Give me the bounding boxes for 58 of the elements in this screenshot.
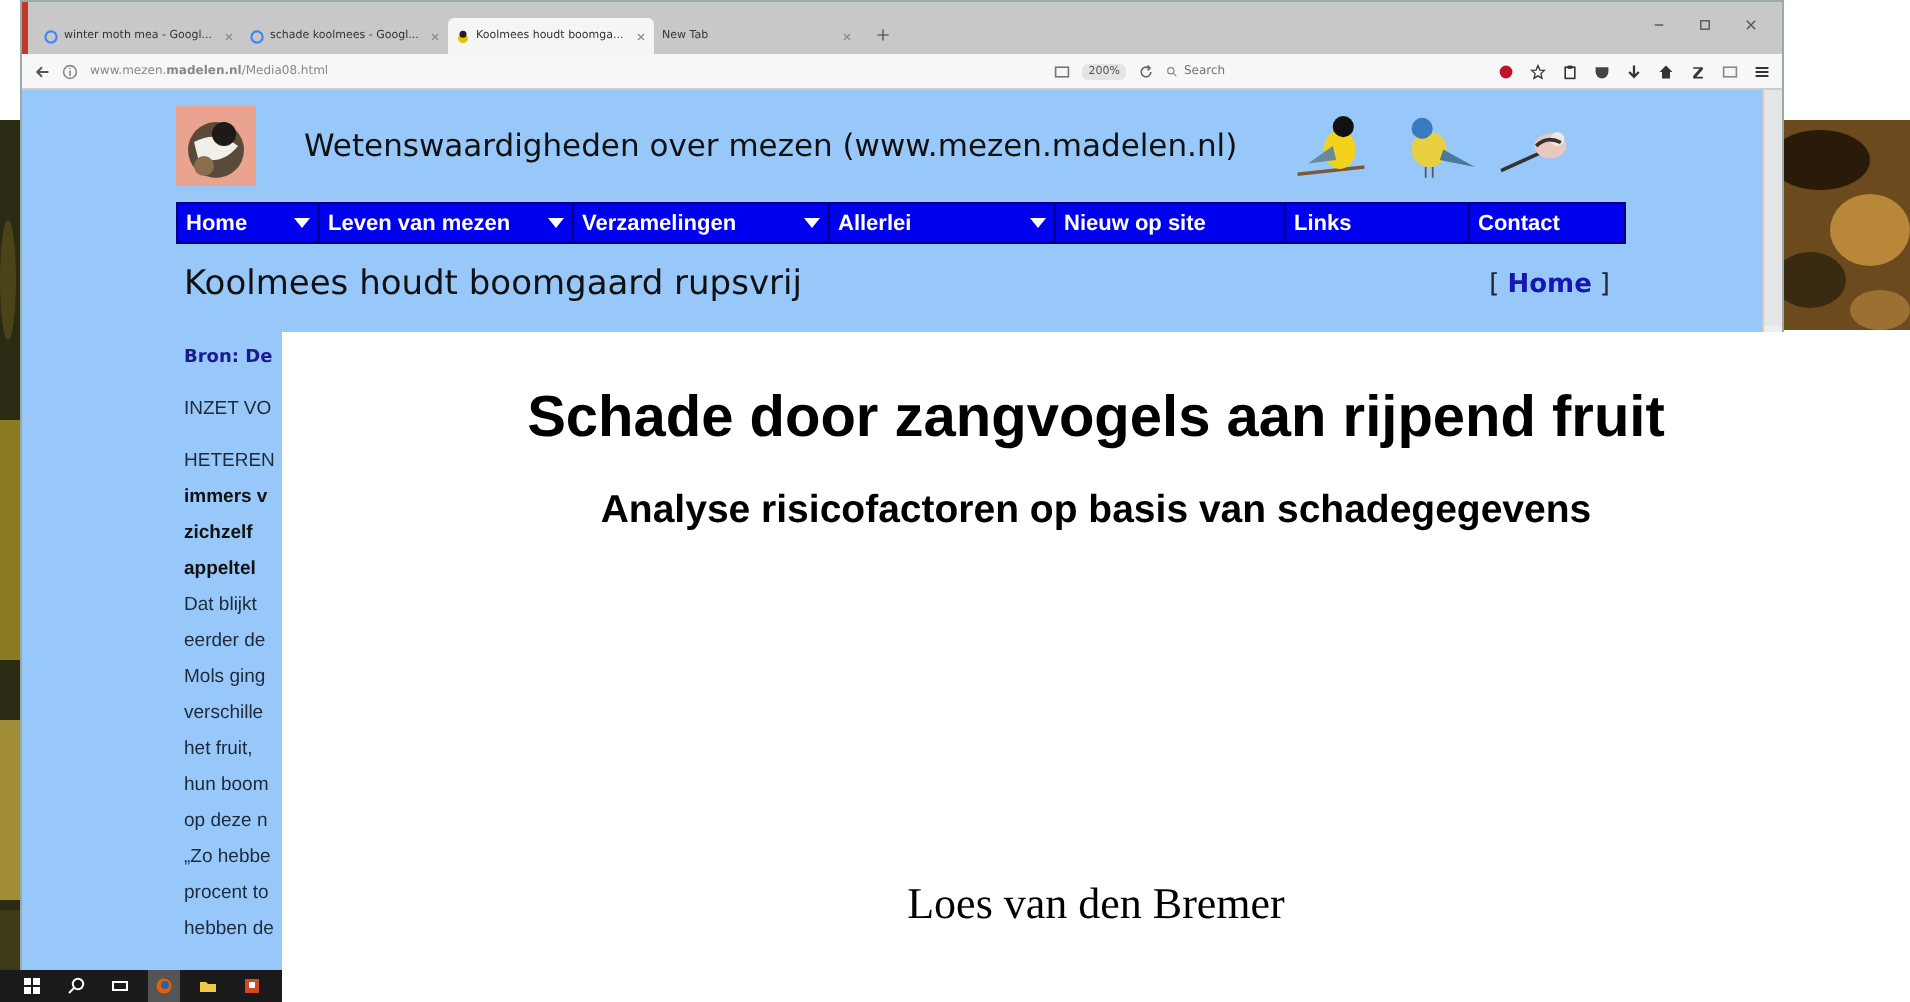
info-icon[interactable] [62,63,78,79]
minimize-icon[interactable] [1652,18,1666,32]
article-text: zichzelf [184,520,253,548]
menu-item[interactable]: Allerlei [830,204,1056,242]
article-text: eerder de [184,628,266,656]
menu-icon[interactable] [1754,63,1770,79]
article-text: hun boom [184,772,269,800]
article-text: appeltel [184,556,256,584]
page-heading: Koolmees houdt boomgaard rupsvrij [184,264,804,304]
document-subtitle: Analyse risicofactoren op basis van schadegegevens [600,488,1592,534]
article-text: het fruit, [184,736,253,764]
home-link[interactable]: Home [1507,269,1592,299]
article-text: INZET VO [184,396,272,424]
new-tab-icon[interactable] [876,28,890,42]
article-text: verschille [184,700,264,728]
bird-icon [456,29,470,43]
caret-icon [294,218,310,228]
scrollbar[interactable] [1764,90,1782,326]
bookmark-star-icon[interactable] [1530,63,1546,79]
google-icon [44,29,58,43]
article-text: HETEREN [184,448,275,476]
bracket-text: ] [1599,269,1610,299]
close-icon[interactable] [636,31,646,41]
article-text: Dat blijkt [184,592,257,620]
document-author: Loes van den Bremer [907,878,1285,930]
extension-icon[interactable] [1690,63,1706,79]
caret-icon [548,218,564,228]
menu-item[interactable]: Nieuw op site [1056,204,1286,242]
article-text: hebben de [184,916,274,944]
article-text: immers v [184,484,268,512]
menu-item[interactable]: Verzamelingen [574,204,830,242]
article-text: procent to [184,880,269,908]
article-text: op deze n [184,808,268,836]
reload-icon[interactable] [1138,63,1154,79]
caret-icon [804,218,820,228]
search-icon [1166,65,1178,77]
google-icon [250,29,264,43]
record-icon[interactable] [1498,63,1514,79]
article-text: Mols ging [184,664,266,692]
caret-icon [1030,218,1046,228]
maximize-icon[interactable] [1698,18,1712,32]
menu-item[interactable]: Links [1286,204,1470,242]
menu-item[interactable]: Home [178,204,320,242]
sidebar-icon[interactable] [1722,63,1738,79]
bracket-text: [ [1489,269,1500,299]
menu-item[interactable]: Leven van mezen [320,204,574,242]
site-title: Wetenswaardigheden over mezen (www.mezen.madelen.nl) [304,128,1238,164]
reader-icon[interactable] [1054,63,1071,79]
article-text: „Zo hebbe [184,844,271,872]
home-icon[interactable] [1658,63,1674,79]
document-title: Schade door zangvogels aan rijpend fruit [527,386,1665,452]
pocket-icon[interactable] [1594,63,1610,79]
back-icon[interactable] [34,63,50,79]
clipboard-icon[interactable] [1562,63,1578,79]
download-icon[interactable] [1626,63,1642,79]
menu-item[interactable]: Contact [1470,204,1624,242]
close-icon[interactable] [1744,18,1758,32]
source-text: Bron: De [184,348,273,372]
